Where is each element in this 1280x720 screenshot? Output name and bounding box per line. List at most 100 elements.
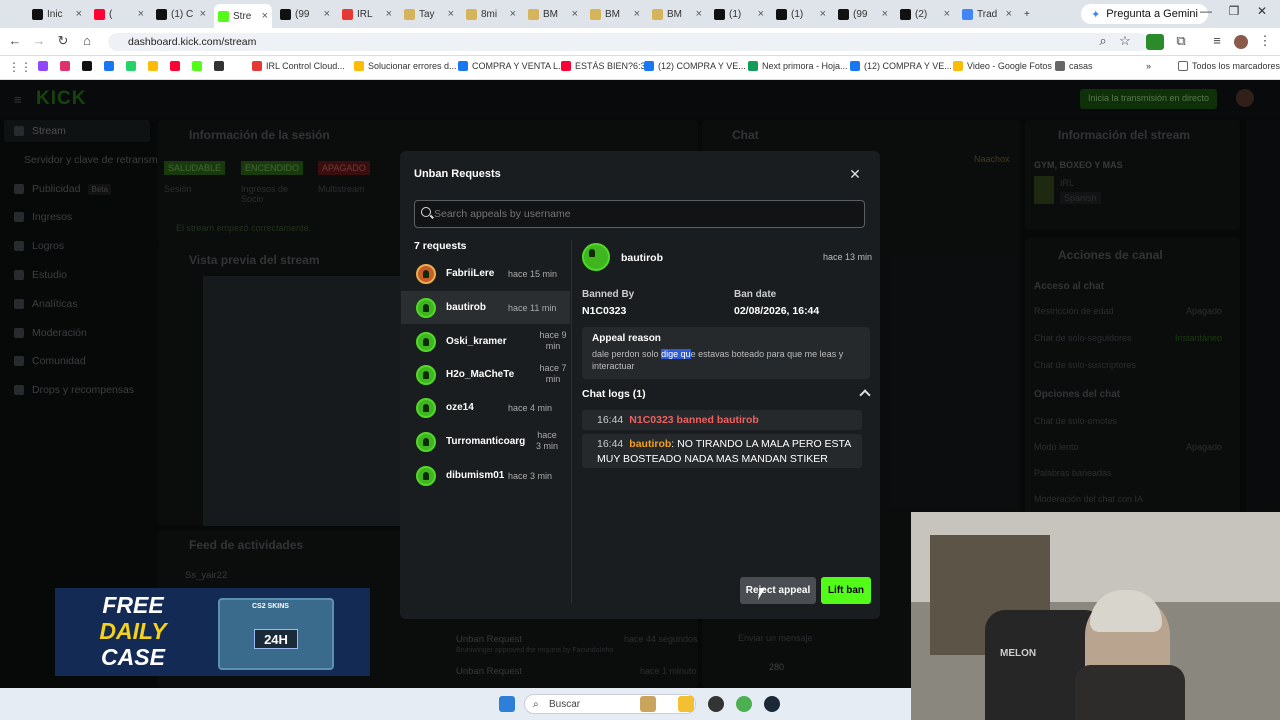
app-icon[interactable] (708, 696, 724, 712)
tab-close-icon[interactable]: × (944, 8, 950, 20)
tab-favicon-icon (342, 8, 353, 20)
reject-appeal-button[interactable]: Reject appeal (740, 577, 816, 604)
home-icon[interactable]: ⌂ (78, 33, 96, 48)
taskbar-search[interactable]: Buscar (524, 694, 696, 714)
minimize-icon[interactable]: — (1196, 4, 1216, 18)
browser-tab[interactable]: (99 × (276, 4, 334, 24)
tab-close-icon[interactable]: × (882, 8, 888, 20)
request-username: Oski_kramer (446, 336, 507, 347)
browser-tab[interactable]: (1) × (772, 4, 830, 24)
zoom-icon[interactable]: ⌕ (1094, 33, 1112, 49)
tab-close-icon[interactable]: × (1006, 8, 1012, 20)
tab-close-icon[interactable]: × (200, 8, 206, 20)
browser-tab[interactable]: Stre × (214, 4, 272, 28)
browser-tab[interactable]: BM × (524, 4, 582, 24)
chat-logs-label[interactable]: Chat logs (1) (582, 388, 646, 400)
all-bookmarks[interactable]: Todos los marcadores (1178, 61, 1280, 71)
apps-icon[interactable]: ⋮⋮ (8, 60, 32, 74)
bookmark-icon[interactable] (214, 61, 224, 71)
bookmark-icon[interactable] (192, 61, 202, 71)
tab-close-icon[interactable]: × (634, 8, 640, 20)
profile-avatar[interactable] (1234, 35, 1248, 49)
forward-icon[interactable]: → (30, 33, 48, 48)
tab-close-icon[interactable]: × (696, 8, 702, 20)
browser-tab[interactable]: (1) × (710, 4, 768, 24)
tab-favicon-icon (838, 8, 849, 20)
widgets-icon[interactable] (640, 696, 656, 712)
browser-tab[interactable]: (99 × (834, 4, 892, 24)
browser-tab[interactable]: BM × (648, 4, 706, 24)
user-avatar (416, 364, 436, 385)
close-window-icon[interactable]: ✕ (1252, 4, 1272, 18)
bookmark-favicon-icon (214, 61, 224, 71)
url-input[interactable]: dashboard.kick.com/stream (108, 33, 1148, 51)
request-time: hace 9 min (539, 330, 567, 351)
taskbar-search-label: Buscar (549, 699, 581, 710)
tab-close-icon[interactable]: × (448, 8, 454, 20)
lift-ban-button[interactable]: Lift ban (821, 577, 871, 604)
tab-close-icon[interactable]: × (510, 8, 516, 20)
bookmark[interactable]: casas (1055, 61, 1093, 71)
browser-tab[interactable]: 8mi × (462, 4, 520, 24)
browser-tab[interactable]: Trad × (958, 4, 1016, 24)
bookmark-icon[interactable] (170, 61, 180, 71)
tab-favicon-icon (32, 8, 43, 20)
browser-tab[interactable]: Inic × (28, 4, 86, 24)
close-icon[interactable]: ✕ (848, 166, 862, 183)
tab-close-icon[interactable]: × (324, 8, 330, 20)
tab-close-icon[interactable]: × (386, 8, 392, 20)
bookmark[interactable]: IRL Control Cloud... (252, 61, 345, 71)
new-tab-icon[interactable]: + (1020, 4, 1034, 24)
bookmark-icon[interactable] (126, 61, 136, 71)
browser-tab[interactable]: Tay × (400, 4, 458, 24)
back-icon[interactable]: ← (6, 33, 24, 48)
bookmark[interactable]: COMPRA Y VENTA L... (458, 61, 566, 71)
bookmark-icon[interactable] (148, 61, 158, 71)
file-explorer-icon[interactable] (678, 696, 694, 712)
star-icon[interactable]: ☆ (1116, 33, 1134, 49)
bookmark[interactable]: (12) COMPRA Y VE... (644, 61, 746, 71)
steam-icon[interactable] (764, 696, 780, 712)
tab-close-icon[interactable]: × (76, 8, 82, 20)
browser-tab[interactable]: (2) × (896, 4, 954, 24)
bookmark-favicon-icon (126, 61, 136, 71)
bookmark-icon[interactable] (82, 61, 92, 71)
bookmark-icon[interactable] (104, 61, 114, 71)
browser-tab[interactable]: BM × (586, 4, 644, 24)
ban-date-label: Ban date (734, 289, 777, 300)
bookmark-label: Solucionar errores d... (368, 61, 457, 71)
tab-label: Inic (47, 8, 63, 20)
bookmark[interactable]: ESTÁS BIEN?6:33 (561, 61, 651, 71)
bookmark[interactable]: Next primora - Hoja... (748, 61, 848, 71)
bookmark[interactable]: Video - Google Fotos (953, 61, 1052, 71)
chrome-icon[interactable] (736, 696, 752, 712)
search-input[interactable] (434, 208, 854, 220)
request-username: FabriiLere (446, 268, 495, 279)
bookmark-favicon-icon (561, 61, 571, 71)
bookmark[interactable]: (12) COMPRA Y VE... (850, 61, 952, 71)
tab-close-icon[interactable]: × (138, 8, 144, 20)
bookmark-icon[interactable] (38, 61, 48, 71)
chat-log-entry: 16:44 N1C0323 banned bautirob (582, 410, 862, 430)
bookmarks-overflow-icon[interactable]: » (1146, 61, 1151, 71)
bookmark-icon[interactable] (60, 61, 70, 71)
tab-close-icon[interactable]: × (572, 8, 578, 20)
gemini-button[interactable]: ✦ Pregunta a Gemini (1081, 4, 1208, 24)
bookmark-favicon-icon (192, 61, 202, 71)
maximize-icon[interactable]: ❐ (1224, 4, 1244, 18)
tab-close-icon[interactable]: × (820, 8, 826, 20)
tab-close-icon[interactable]: × (758, 8, 764, 20)
tab-close-icon[interactable]: × (262, 10, 268, 22)
browser-tab[interactable]: IRL × (338, 4, 396, 24)
extension-icon[interactable] (1146, 34, 1164, 50)
bookmark[interactable]: Solucionar errores d... (354, 61, 457, 71)
media-icon[interactable]: ≡ (1208, 33, 1226, 48)
bookmark-favicon-icon (458, 61, 468, 71)
user-avatar (416, 397, 436, 418)
browser-tab[interactable]: (1) C × (152, 4, 210, 24)
windows-start-icon[interactable] (499, 696, 515, 712)
browser-tab[interactable]: (× (90, 4, 148, 24)
puzzle-icon[interactable]: ⧉ (1172, 33, 1190, 49)
menu-icon[interactable]: ⋮ (1256, 33, 1274, 49)
reload-icon[interactable]: ↻ (54, 33, 72, 49)
